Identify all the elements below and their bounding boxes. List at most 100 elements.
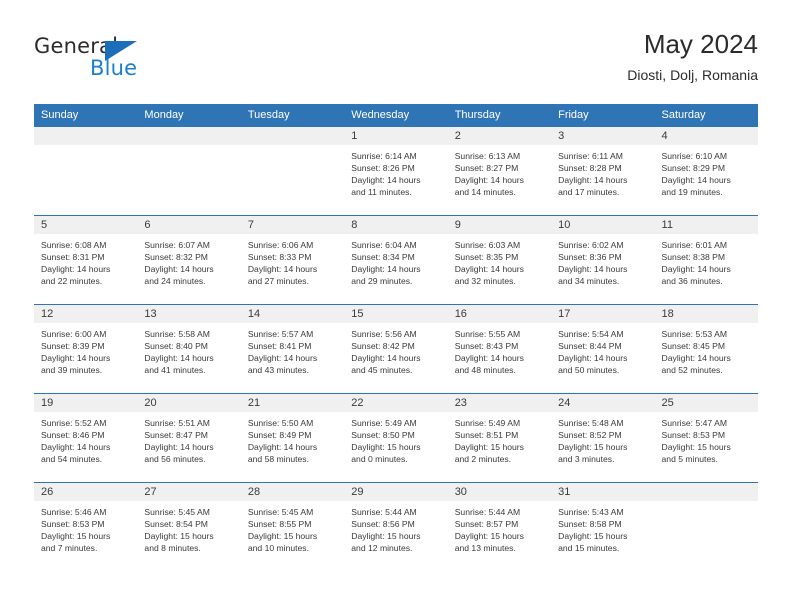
day-cell-inner: 20 Sunrise: 5:51 AM Sunset: 8:47 PM Dayligh… xyxy=(137,394,241,482)
calendar-day-cell[interactable]: 6 Sunrise: 6:07 AM Sunset: 8:32 PM Daylight… xyxy=(137,215,241,305)
day-cell-inner xyxy=(34,127,138,215)
calendar-day-cell[interactable]: 28 Sunrise: 5:45 AM Sunset: 8:55 PM Dayligh… xyxy=(240,482,345,571)
day-number: 15 xyxy=(344,305,448,323)
daylight-duration-line1: Daylight: 14 hours xyxy=(351,264,421,275)
calendar-day-cell[interactable]: 21 Sunrise: 5:50 AM Sunset: 8:49 PM Dayligh… xyxy=(240,393,345,483)
sunset-time: Sunset: 8:31 PM xyxy=(41,252,105,263)
daylight-duration-line1: Daylight: 14 hours xyxy=(558,175,628,186)
page-header: General Blue May 2024 Diosti, Dolj, Roma… xyxy=(0,0,792,104)
calendar-day-cell[interactable]: 1 Sunrise: 6:14 AM Sunset: 8:26 PM Daylight… xyxy=(344,126,448,216)
day-cell-inner: 4 Sunrise: 6:10 AM Sunset: 8:29 PM Daylight… xyxy=(654,127,758,215)
day-number xyxy=(34,127,138,145)
day-cell-inner: 8 Sunrise: 6:04 AM Sunset: 8:34 PM Daylight… xyxy=(344,216,448,304)
calendar-day-cell[interactable]: 20 Sunrise: 5:51 AM Sunset: 8:47 PM Dayligh… xyxy=(137,393,241,483)
sunset-time: Sunset: 8:55 PM xyxy=(247,519,312,530)
day-number: 17 xyxy=(551,305,655,323)
sunrise-time: Sunrise: 5:47 AM xyxy=(661,418,727,428)
sunrise-time: Sunrise: 6:11 AM xyxy=(558,151,623,161)
sunset-time: Sunset: 8:54 PM xyxy=(144,519,208,530)
day-cell-inner: 22 Sunrise: 5:49 AM Sunset: 8:50 PM Dayligh… xyxy=(344,394,448,482)
calendar-day-cell[interactable]: 15 Sunrise: 5:56 AM Sunset: 8:42 PM Dayligh… xyxy=(344,304,448,394)
day-number xyxy=(137,127,241,145)
day-cell-inner: 5 Sunrise: 6:08 AM Sunset: 8:31 PM Daylight… xyxy=(34,216,138,304)
daylight-duration-line2: and 54 minutes. xyxy=(41,454,103,465)
calendar-day-cell[interactable]: 22 Sunrise: 5:49 AM Sunset: 8:50 PM Dayligh… xyxy=(344,393,448,483)
weekday-header-monday: Monday xyxy=(137,104,241,127)
day-number: 13 xyxy=(137,305,241,323)
day-cell-inner: 25 Sunrise: 5:47 AM Sunset: 8:53 PM Dayligh… xyxy=(654,394,758,482)
calendar-day-cell[interactable]: 24 Sunrise: 5:48 AM Sunset: 8:52 PM Dayligh… xyxy=(551,393,655,483)
calendar-day-cell[interactable]: 30 Sunrise: 5:44 AM Sunset: 8:57 PM Dayligh… xyxy=(447,482,552,571)
daylight-duration-line1: Daylight: 14 hours xyxy=(558,353,628,364)
day-cell-inner: 16 Sunrise: 5:55 AM Sunset: 8:43 PM Dayligh… xyxy=(447,305,552,393)
daylight-duration-line1: Daylight: 14 hours xyxy=(247,353,318,364)
day-number: 29 xyxy=(344,483,448,501)
calendar-day-cell[interactable]: 16 Sunrise: 5:55 AM Sunset: 8:43 PM Dayligh… xyxy=(447,304,552,394)
sunset-time: Sunset: 8:42 PM xyxy=(351,341,415,352)
calendar-day-cell[interactable]: 29 Sunrise: 5:44 AM Sunset: 8:56 PM Dayligh… xyxy=(344,482,448,571)
calendar-day-cell[interactable]: 8 Sunrise: 6:04 AM Sunset: 8:34 PM Daylight… xyxy=(344,215,448,305)
day-cell-inner: 27 Sunrise: 5:45 AM Sunset: 8:54 PM Dayligh… xyxy=(137,483,241,571)
calendar-day-cell[interactable]: 7 Sunrise: 6:06 AM Sunset: 8:33 PM Daylight… xyxy=(240,215,345,305)
day-cell-inner: 19 Sunrise: 5:52 AM Sunset: 8:46 PM Dayligh… xyxy=(34,394,138,482)
calendar-day-cell[interactable]: 12 Sunrise: 6:00 AM Sunset: 8:39 PM Dayligh… xyxy=(34,304,138,394)
calendar-week-row: 26 Sunrise: 5:46 AM Sunset: 8:53 PM Dayligh… xyxy=(34,482,758,571)
calendar-day-cell[interactable]: 27 Sunrise: 5:45 AM Sunset: 8:54 PM Dayligh… xyxy=(137,482,241,571)
day-cell-inner: 17 Sunrise: 5:54 AM Sunset: 8:44 PM Dayligh… xyxy=(551,305,655,393)
day-details: Sunrise: 5:53 AM Sunset: 8:45 PM Daylight:… xyxy=(655,323,758,380)
sunset-time: Sunset: 8:45 PM xyxy=(661,341,726,352)
calendar-day-cell[interactable]: 4 Sunrise: 6:10 AM Sunset: 8:29 PM Daylight… xyxy=(654,126,758,216)
calendar-day-cell[interactable]: 5 Sunrise: 6:08 AM Sunset: 8:31 PM Daylight… xyxy=(34,215,138,305)
daylight-duration-line1: Daylight: 14 hours xyxy=(351,353,421,364)
daylight-duration-line2: and 3 minutes. xyxy=(558,454,615,465)
page-title: May 2024 xyxy=(643,29,758,59)
day-details: Sunrise: 5:56 AM Sunset: 8:42 PM Daylight:… xyxy=(344,323,447,380)
sunrise-time: Sunrise: 6:08 AM xyxy=(41,240,107,250)
calendar-day-cell[interactable]: 25 Sunrise: 5:47 AM Sunset: 8:53 PM Dayligh… xyxy=(654,393,758,483)
weekday-header-tuesday: Tuesday xyxy=(240,104,345,127)
calendar-day-cell[interactable]: 13 Sunrise: 5:58 AM Sunset: 8:40 PM Dayligh… xyxy=(137,304,241,394)
day-number xyxy=(654,483,758,501)
calendar-day-cell[interactable]: 18 Sunrise: 5:53 AM Sunset: 8:45 PM Dayligh… xyxy=(654,304,758,394)
day-details: Sunrise: 5:45 AM Sunset: 8:54 PM Daylight:… xyxy=(137,501,240,558)
day-details: Sunrise: 6:13 AM Sunset: 8:27 PM Daylight:… xyxy=(448,145,551,202)
day-cell-inner: 26 Sunrise: 5:46 AM Sunset: 8:53 PM Dayligh… xyxy=(34,483,138,571)
brand-name-blue: Blue xyxy=(90,56,138,80)
calendar-day-cell[interactable]: 26 Sunrise: 5:46 AM Sunset: 8:53 PM Dayligh… xyxy=(34,482,138,571)
day-cell-inner xyxy=(137,127,241,215)
sunrise-time: Sunrise: 6:06 AM xyxy=(247,240,314,250)
daylight-duration-line2: and 34 minutes. xyxy=(558,276,620,287)
daylight-duration-line1: Daylight: 15 hours xyxy=(454,442,524,453)
calendar-day-cell[interactable]: 23 Sunrise: 5:49 AM Sunset: 8:51 PM Dayligh… xyxy=(447,393,552,483)
brand-logo[interactable]: General Blue xyxy=(34,36,194,86)
daylight-duration-line1: Daylight: 15 hours xyxy=(351,531,421,542)
calendar-day-cell[interactable]: 10 Sunrise: 6:02 AM Sunset: 8:36 PM Dayligh… xyxy=(551,215,655,305)
calendar-day-cell-empty xyxy=(137,126,241,216)
sunrise-time: Sunrise: 5:49 AM xyxy=(351,418,417,428)
sunset-time: Sunset: 8:43 PM xyxy=(454,341,519,352)
sunrise-time: Sunrise: 5:44 AM xyxy=(351,507,417,517)
daylight-duration-line1: Daylight: 14 hours xyxy=(661,264,731,275)
sunset-time: Sunset: 8:27 PM xyxy=(454,163,519,174)
calendar-day-cell[interactable]: 2 Sunrise: 6:13 AM Sunset: 8:27 PM Daylight… xyxy=(447,126,552,216)
day-cell-inner: 3 Sunrise: 6:11 AM Sunset: 8:28 PM Daylight… xyxy=(551,127,655,215)
calendar-day-cell[interactable]: 3 Sunrise: 6:11 AM Sunset: 8:28 PM Daylight… xyxy=(551,126,655,216)
calendar-day-cell[interactable]: 17 Sunrise: 5:54 AM Sunset: 8:44 PM Dayligh… xyxy=(551,304,655,394)
day-number: 18 xyxy=(654,305,758,323)
calendar-day-cell[interactable]: 31 Sunrise: 5:43 AM Sunset: 8:58 PM Dayligh… xyxy=(551,482,655,571)
weekday-header-row: Sunday Monday Tuesday Wednesday Thursday… xyxy=(34,104,758,127)
day-cell-inner: 29 Sunrise: 5:44 AM Sunset: 8:56 PM Dayligh… xyxy=(344,483,448,571)
sunset-time: Sunset: 8:28 PM xyxy=(558,163,622,174)
sunrise-time: Sunrise: 5:50 AM xyxy=(247,418,314,428)
calendar-day-cell-empty xyxy=(34,126,138,216)
calendar-day-cell[interactable]: 19 Sunrise: 5:52 AM Sunset: 8:46 PM Dayligh… xyxy=(34,393,138,483)
day-number: 22 xyxy=(344,394,448,412)
daylight-duration-line1: Daylight: 15 hours xyxy=(661,442,731,453)
calendar-day-cell[interactable]: 14 Sunrise: 5:57 AM Sunset: 8:41 PM Dayligh… xyxy=(240,304,345,394)
day-details: Sunrise: 6:07 AM Sunset: 8:32 PM Daylight:… xyxy=(137,234,240,291)
calendar-day-cell[interactable]: 9 Sunrise: 6:03 AM Sunset: 8:35 PM Daylight… xyxy=(447,215,552,305)
daylight-duration-line2: and 15 minutes. xyxy=(558,543,620,554)
calendar-day-cell[interactable]: 11 Sunrise: 6:01 AM Sunset: 8:38 PM Dayligh… xyxy=(654,215,758,305)
sunrise-time: Sunrise: 6:07 AM xyxy=(144,240,210,250)
day-details: Sunrise: 5:52 AM Sunset: 8:46 PM Daylight:… xyxy=(34,412,137,469)
